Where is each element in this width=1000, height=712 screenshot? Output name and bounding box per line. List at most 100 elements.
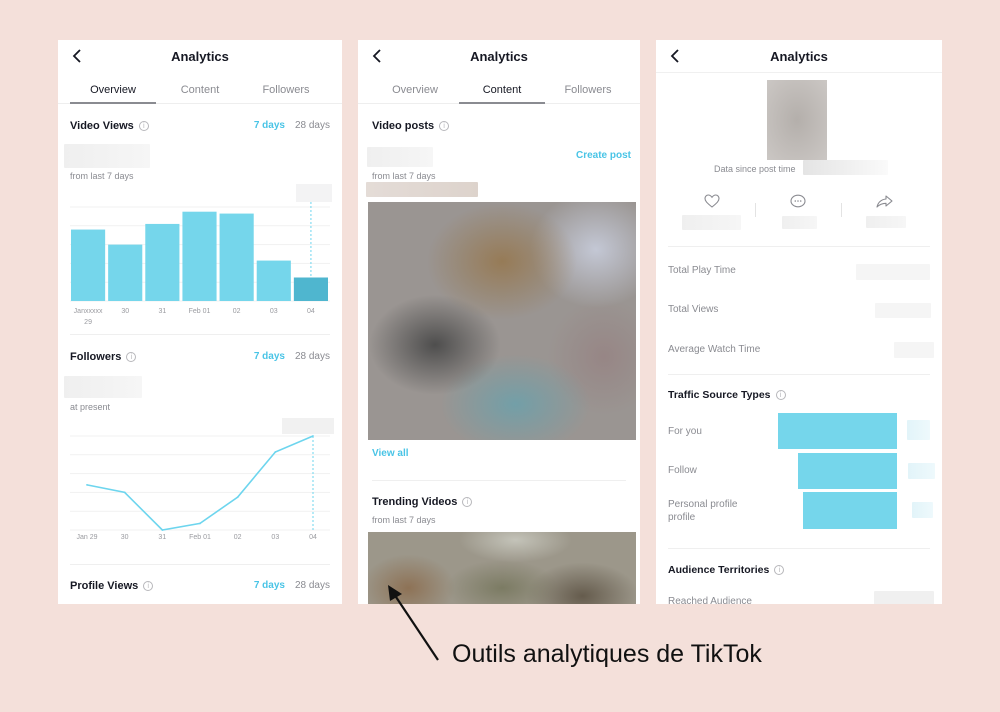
- traffic-source-bar: [803, 492, 897, 529]
- x-tick-label: 03: [271, 534, 279, 541]
- video-thumbnail[interactable]: [368, 202, 636, 440]
- nav-bar: Analytics: [58, 40, 342, 72]
- followers-title: Followers i: [70, 351, 137, 363]
- divider: [668, 548, 930, 549]
- view-all-link[interactable]: View all: [372, 448, 409, 459]
- followers-series-line: [86, 435, 314, 531]
- tab-bar: Overview Content Followers: [358, 80, 640, 104]
- share-icon[interactable]: [876, 195, 893, 208]
- traffic-source-bar: [798, 453, 897, 489]
- x-tick-label: 31: [158, 308, 166, 315]
- divider: [841, 203, 842, 217]
- bar[interactable]: [182, 211, 217, 301]
- data-point[interactable]: [86, 483, 88, 486]
- video-views-range: 7 days 28 days: [254, 120, 330, 131]
- range-28-days[interactable]: 28 days: [295, 351, 330, 362]
- x-tick-label: 04: [307, 308, 315, 315]
- selected-value-blurred: [282, 418, 334, 434]
- traffic-source-bar: [778, 413, 897, 449]
- bar[interactable]: [108, 244, 143, 301]
- data-since-label: Data since post time: [714, 164, 796, 174]
- trending-videos-label: Trending Videos: [372, 496, 458, 508]
- page-title: Analytics: [770, 49, 828, 64]
- bar[interactable]: [256, 260, 291, 301]
- metric-value-blurred: [894, 342, 934, 358]
- x-tick-label: Janxxxxx: [74, 308, 103, 315]
- reached-audience-blurred: [874, 591, 934, 604]
- bar[interactable]: [71, 229, 106, 301]
- followers-label: Followers: [70, 351, 122, 363]
- caption: Outils analytiques de TikTok: [452, 640, 762, 668]
- traffic-source-label: Follow: [668, 465, 697, 476]
- trending-videos-title: Trending Videos i: [372, 496, 473, 508]
- traffic-percent-blurred: [912, 502, 933, 518]
- comment-icon[interactable]: [790, 194, 806, 209]
- tab-content[interactable]: Content: [459, 84, 545, 104]
- audience-territories-label: Audience Territories: [668, 564, 770, 576]
- tab-followers[interactable]: Followers: [243, 84, 329, 104]
- range-28-days[interactable]: 28 days: [295, 580, 330, 591]
- divider: [668, 374, 930, 375]
- x-tick-label: 02: [234, 534, 242, 541]
- video-detail-panel: Analytics Data since post time Total Pla…: [656, 40, 942, 604]
- x-tick-label: 30: [121, 308, 129, 315]
- content-panel: Analytics Overview Content Followers Vid…: [358, 40, 640, 604]
- metric-value-blurred: [875, 303, 931, 318]
- tab-overview[interactable]: Overview: [372, 84, 458, 104]
- range-7-days[interactable]: 7 days: [254, 580, 285, 591]
- divider: [372, 480, 626, 481]
- x-tick-label: 30: [121, 534, 129, 541]
- x-tick-label: 04: [309, 534, 317, 541]
- data-point[interactable]: [199, 522, 201, 525]
- video-posts-count-blurred: [367, 147, 433, 167]
- followers-value-blurred: [64, 376, 142, 398]
- tab-content[interactable]: Content: [157, 84, 243, 104]
- profile-views-range: 7 days 28 days: [254, 580, 330, 591]
- x-tick-label: Feb 01: [189, 308, 211, 315]
- traffic-percent-blurred: [907, 420, 930, 440]
- range-7-days[interactable]: 7 days: [254, 120, 285, 131]
- followers-range: 7 days 28 days: [254, 351, 330, 362]
- range-28-days[interactable]: 28 days: [295, 120, 330, 131]
- data-point[interactable]: [236, 496, 239, 498]
- bar[interactable]: [219, 213, 254, 301]
- info-icon[interactable]: i: [138, 121, 149, 131]
- nav-bar: Analytics: [656, 40, 942, 73]
- video-views-label: Video Views: [70, 120, 134, 132]
- annotation-arrow-icon: [388, 585, 439, 661]
- tab-overview[interactable]: Overview: [70, 84, 156, 104]
- x-tick-label: Feb 01: [189, 534, 211, 541]
- data-point[interactable]: [123, 491, 126, 494]
- create-post-link[interactable]: Create post: [576, 150, 631, 161]
- post-time-blurred: [803, 160, 888, 175]
- metric-label: Total Views: [668, 304, 719, 315]
- page-title: Analytics: [171, 49, 229, 64]
- data-point[interactable]: [274, 451, 277, 453]
- video-posts-title: Video posts i: [372, 120, 450, 132]
- info-icon[interactable]: i: [774, 565, 785, 575]
- followers-line-chart: Jan 29 30 31 Feb 01 02 03 04: [70, 418, 334, 541]
- x-tick-label: Jan 29: [76, 534, 97, 541]
- info-icon[interactable]: i: [126, 352, 137, 362]
- info-icon[interactable]: i: [439, 121, 450, 131]
- x-tick-label: 31: [158, 534, 166, 541]
- page-title: Analytics: [470, 49, 528, 64]
- divider: [755, 203, 756, 217]
- followers-subtitle: at present: [70, 402, 111, 412]
- info-icon[interactable]: i: [775, 390, 786, 400]
- info-icon[interactable]: i: [143, 581, 154, 591]
- heart-icon[interactable]: [704, 194, 720, 208]
- selected-value-blurred: [296, 184, 332, 202]
- data-point[interactable]: [161, 529, 164, 531]
- video-views-title: Video Views i: [70, 120, 149, 132]
- info-icon[interactable]: i: [462, 497, 473, 507]
- traffic-source-label: Traffic Source Types: [668, 389, 771, 401]
- range-7-days[interactable]: 7 days: [254, 351, 285, 362]
- video-thumbnail[interactable]: [767, 80, 827, 160]
- x-tick-label: 02: [233, 308, 241, 315]
- tab-followers[interactable]: Followers: [545, 84, 631, 104]
- bar[interactable]: [145, 223, 180, 301]
- divider: [668, 246, 930, 247]
- comments-count-blurred: [782, 216, 817, 229]
- bar[interactable]: [293, 277, 328, 302]
